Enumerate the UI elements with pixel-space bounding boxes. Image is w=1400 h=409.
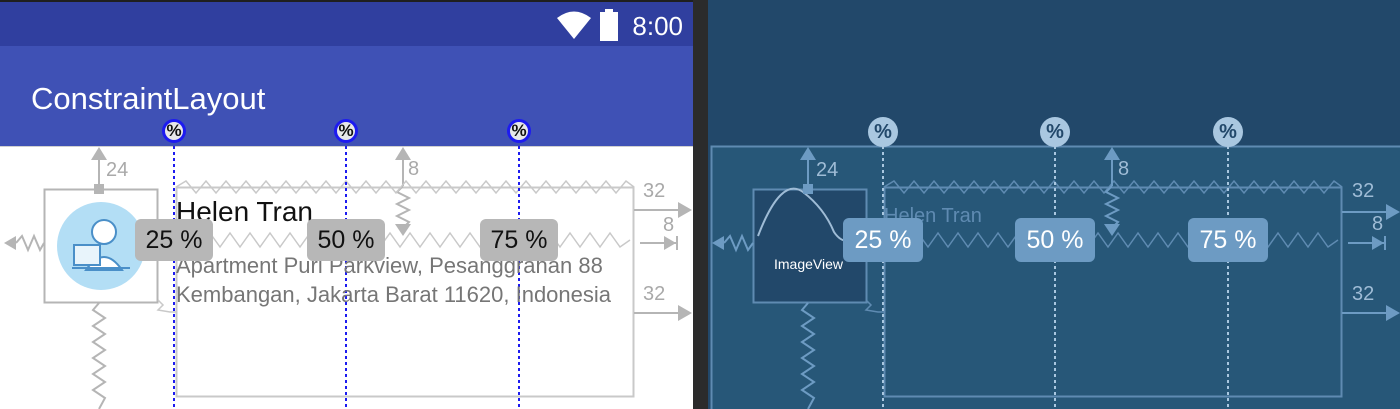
blueprint-overlay	[710, 145, 1400, 409]
bp-margin-label-address-end: 32	[1352, 283, 1375, 305]
margin-label-text-top: 8	[408, 158, 420, 180]
bp-guideline-75-marker[interactable]: %	[1213, 117, 1243, 147]
guideline-50-marker[interactable]: %	[334, 119, 358, 143]
avatar-image[interactable]	[57, 202, 145, 290]
guideline-25-marker[interactable]: %	[162, 119, 186, 143]
guideline-75-badge[interactable]: 75 %	[480, 219, 558, 261]
guideline-50-badge[interactable]: 50 %	[307, 219, 385, 261]
guideline-75-marker[interactable]: %	[507, 119, 531, 143]
guideline-25-badge[interactable]: 25 %	[135, 219, 213, 261]
design-preview[interactable]: 8:00 ConstraintLayout Helen Tran Apartme…	[0, 0, 693, 409]
blueprint-image-view-label: ImageView	[774, 256, 844, 272]
bp-margin-label-name-end: 32	[1352, 180, 1375, 202]
margin-label-image-top: 24	[106, 159, 129, 181]
constraint-overlay	[0, 146, 693, 409]
bp-margin-label-image-top: 24	[816, 159, 839, 181]
blueprint-view[interactable]: Helen Tran ImageView 24 8 32 8 32 % % % …	[708, 0, 1400, 409]
bp-margin-label-name-end-inner: 8	[1372, 213, 1384, 235]
bp-margin-label-text-top: 8	[1118, 158, 1130, 180]
bp-guideline-50-marker[interactable]: %	[1040, 117, 1070, 147]
margin-label-name-end: 32	[643, 180, 666, 202]
bp-guideline-50-badge[interactable]: 50 %	[1015, 218, 1095, 262]
margin-label-address-end: 32	[643, 283, 666, 305]
bp-guideline-75-badge[interactable]: 75 %	[1188, 218, 1268, 262]
margin-label-name-end-inner: 8	[663, 214, 675, 236]
bp-guideline-25-badge[interactable]: 25 %	[843, 218, 923, 262]
bp-guideline-25-marker[interactable]: %	[868, 117, 898, 147]
address-text[interactable]: Apartment Puri Parkview, Pesanggrahan 88…	[176, 251, 631, 309]
